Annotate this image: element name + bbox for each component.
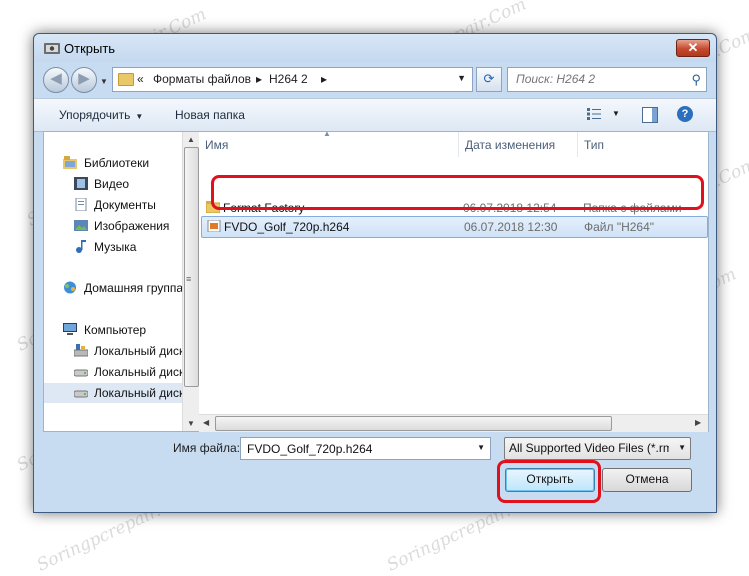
command-bar: Упорядочить ▼ Новая папка ▼ ? bbox=[34, 98, 716, 132]
nav-item-libraries[interactable]: Библиотеки bbox=[44, 153, 182, 173]
nav-item-video[interactable]: Видео bbox=[44, 174, 182, 194]
preview-pane-icon[interactable] bbox=[642, 107, 658, 123]
sort-ascending-icon: ▲ bbox=[323, 129, 331, 138]
file-row-folder[interactable]: Format Factory 06.07.2018 12:54 Папка с … bbox=[201, 198, 706, 218]
breadcrumb-arrow-icon[interactable]: ▸ bbox=[321, 72, 327, 86]
view-options-icon[interactable] bbox=[587, 108, 601, 120]
breadcrumb-h264[interactable]: H264 2 bbox=[269, 72, 308, 86]
open-dialog-icon bbox=[44, 43, 60, 54]
breadcrumb-formats[interactable]: Форматы файлов bbox=[153, 72, 251, 86]
column-header-name[interactable]: Имя ▲ bbox=[199, 129, 459, 157]
help-icon[interactable]: ? bbox=[677, 106, 693, 122]
open-button[interactable]: Открыть bbox=[505, 468, 595, 492]
libraries-icon bbox=[63, 156, 77, 169]
file-list[interactable]: Имя ▲ Дата изменения Тип Format Factory … bbox=[199, 129, 708, 432]
browser-area: Библиотеки Видео Документы Изображения М… bbox=[43, 129, 709, 432]
filename-label: Имя файла: bbox=[173, 441, 240, 455]
nav-item-music[interactable]: Музыка bbox=[44, 237, 182, 257]
file-name: Format Factory bbox=[223, 201, 305, 215]
cancel-button[interactable]: Отмена bbox=[602, 468, 692, 492]
nav-item-label: Компьютер bbox=[84, 323, 147, 337]
nav-item-label: Изображения bbox=[94, 219, 170, 233]
file-name: FVDO_Golf_720p.h264 bbox=[224, 220, 350, 234]
chevron-down-icon[interactable]: ▼ bbox=[678, 443, 686, 452]
column-label: Дата изменения bbox=[465, 138, 556, 152]
filename-input[interactable] bbox=[245, 441, 469, 457]
drive-icon bbox=[74, 390, 88, 398]
scrollbar-thumb[interactable] bbox=[184, 147, 199, 387]
folder-icon bbox=[206, 201, 220, 213]
address-dropdown-icon[interactable]: ▼ bbox=[457, 73, 466, 83]
nav-item-local-disk[interactable]: Локальный диск bbox=[44, 341, 182, 361]
nav-item-computer[interactable]: Компьютер bbox=[44, 320, 182, 340]
navigation-pane[interactable]: Библиотеки Видео Документы Изображения М… bbox=[44, 132, 182, 431]
images-icon bbox=[74, 220, 88, 231]
organize-button[interactable]: Упорядочить ▼ bbox=[59, 108, 143, 122]
back-button[interactable]: ◀ bbox=[43, 67, 69, 93]
column-header-type[interactable]: Тип bbox=[578, 132, 708, 157]
filename-combobox[interactable]: ▼ bbox=[240, 437, 491, 460]
breadcrumb-overflow[interactable]: « bbox=[137, 72, 144, 86]
close-button[interactable]: ✕ bbox=[676, 39, 710, 57]
nav-item-label: Локальный диск bbox=[94, 386, 182, 400]
nav-item-label: Домашняя группа bbox=[84, 281, 182, 295]
column-label: Имя bbox=[205, 138, 229, 152]
drive-icon bbox=[74, 369, 88, 377]
breadcrumb-arrow-icon[interactable]: ▸ bbox=[256, 72, 262, 86]
address-bar[interactable]: « Форматы файлов ▸ H264 2 ▸ ▼ bbox=[112, 67, 473, 92]
window-title: Открыть bbox=[64, 41, 116, 56]
scroll-down-icon[interactable]: ▼ bbox=[187, 419, 195, 428]
file-type-filter-value: All Supported Video Files (*.rm; bbox=[509, 441, 669, 455]
search-input[interactable] bbox=[514, 71, 678, 87]
file-date: 06.07.2018 12:54 bbox=[463, 201, 557, 215]
nav-item-label: Локальный диск bbox=[94, 344, 182, 358]
scroll-left-icon[interactable]: ◀ bbox=[203, 418, 209, 427]
search-box[interactable]: ⚲ bbox=[507, 67, 707, 92]
video-file-icon bbox=[207, 220, 221, 232]
horizontal-scrollbar[interactable]: ◀ ▶ bbox=[199, 414, 708, 432]
music-icon bbox=[76, 240, 86, 253]
drive-icon bbox=[74, 344, 88, 357]
nav-item-images[interactable]: Изображения bbox=[44, 216, 182, 236]
navigation-bar: ◀ ▶ ▼ « Форматы файлов ▸ H264 2 ▸ ▼ ⟳ ⚲ bbox=[34, 62, 716, 98]
nav-item-homegroup[interactable]: Домашняя группа bbox=[44, 278, 182, 298]
navigation-scrollbar[interactable]: ▲ ≡ ▼ bbox=[182, 132, 199, 431]
chevron-down-icon[interactable]: ▼ bbox=[477, 443, 485, 452]
scroll-up-icon[interactable]: ▲ bbox=[187, 135, 195, 144]
organize-label: Упорядочить bbox=[59, 108, 131, 122]
open-file-dialog: Открыть ✕ ◀ ▶ ▼ « Форматы файлов ▸ H264 … bbox=[33, 33, 717, 513]
scroll-right-icon[interactable]: ▶ bbox=[695, 418, 701, 427]
column-label: Тип bbox=[584, 138, 605, 152]
documents-icon bbox=[75, 198, 87, 211]
file-date: 06.07.2018 12:30 bbox=[464, 220, 558, 234]
nav-item-local-disk-selected[interactable]: Локальный диск bbox=[44, 383, 182, 403]
computer-icon bbox=[63, 323, 77, 335]
recent-pages-chevron-icon[interactable]: ▼ bbox=[100, 77, 108, 86]
homegroup-icon bbox=[64, 281, 76, 294]
file-type-filter[interactable]: All Supported Video Files (*.rm; ▼ bbox=[504, 437, 691, 460]
folder-icon bbox=[118, 73, 134, 86]
nav-item-label: Библиотеки bbox=[84, 156, 150, 170]
nav-item-label: Музыка bbox=[94, 240, 137, 254]
nav-item-label: Документы bbox=[94, 198, 156, 212]
nav-item-label: Видео bbox=[94, 177, 130, 191]
search-icon[interactable]: ⚲ bbox=[691, 72, 701, 88]
scrollbar-thumb[interactable] bbox=[215, 416, 612, 431]
view-dropdown-icon[interactable]: ▼ bbox=[612, 109, 620, 118]
nav-item-label: Локальный диск bbox=[94, 365, 182, 379]
scroll-grip-icon: ≡ bbox=[186, 274, 192, 284]
nav-item-local-disk[interactable]: Локальный диск bbox=[44, 362, 182, 382]
forward-button[interactable]: ▶ bbox=[71, 67, 97, 93]
column-header-date[interactable]: Дата изменения bbox=[459, 132, 578, 157]
new-folder-button[interactable]: Новая папка bbox=[175, 108, 245, 122]
refresh-button[interactable]: ⟳ bbox=[476, 67, 502, 92]
video-icon bbox=[74, 177, 88, 190]
file-row-selected[interactable]: FVDO_Golf_720p.h264 06.07.2018 12:30 Фай… bbox=[201, 216, 708, 238]
nav-item-documents[interactable]: Документы bbox=[44, 195, 182, 215]
title-bar[interactable]: Открыть ✕ bbox=[34, 34, 716, 62]
file-type: Файл "H264" bbox=[584, 220, 655, 234]
chevron-down-icon: ▼ bbox=[135, 112, 144, 121]
file-type: Папка с файлами bbox=[583, 201, 682, 215]
